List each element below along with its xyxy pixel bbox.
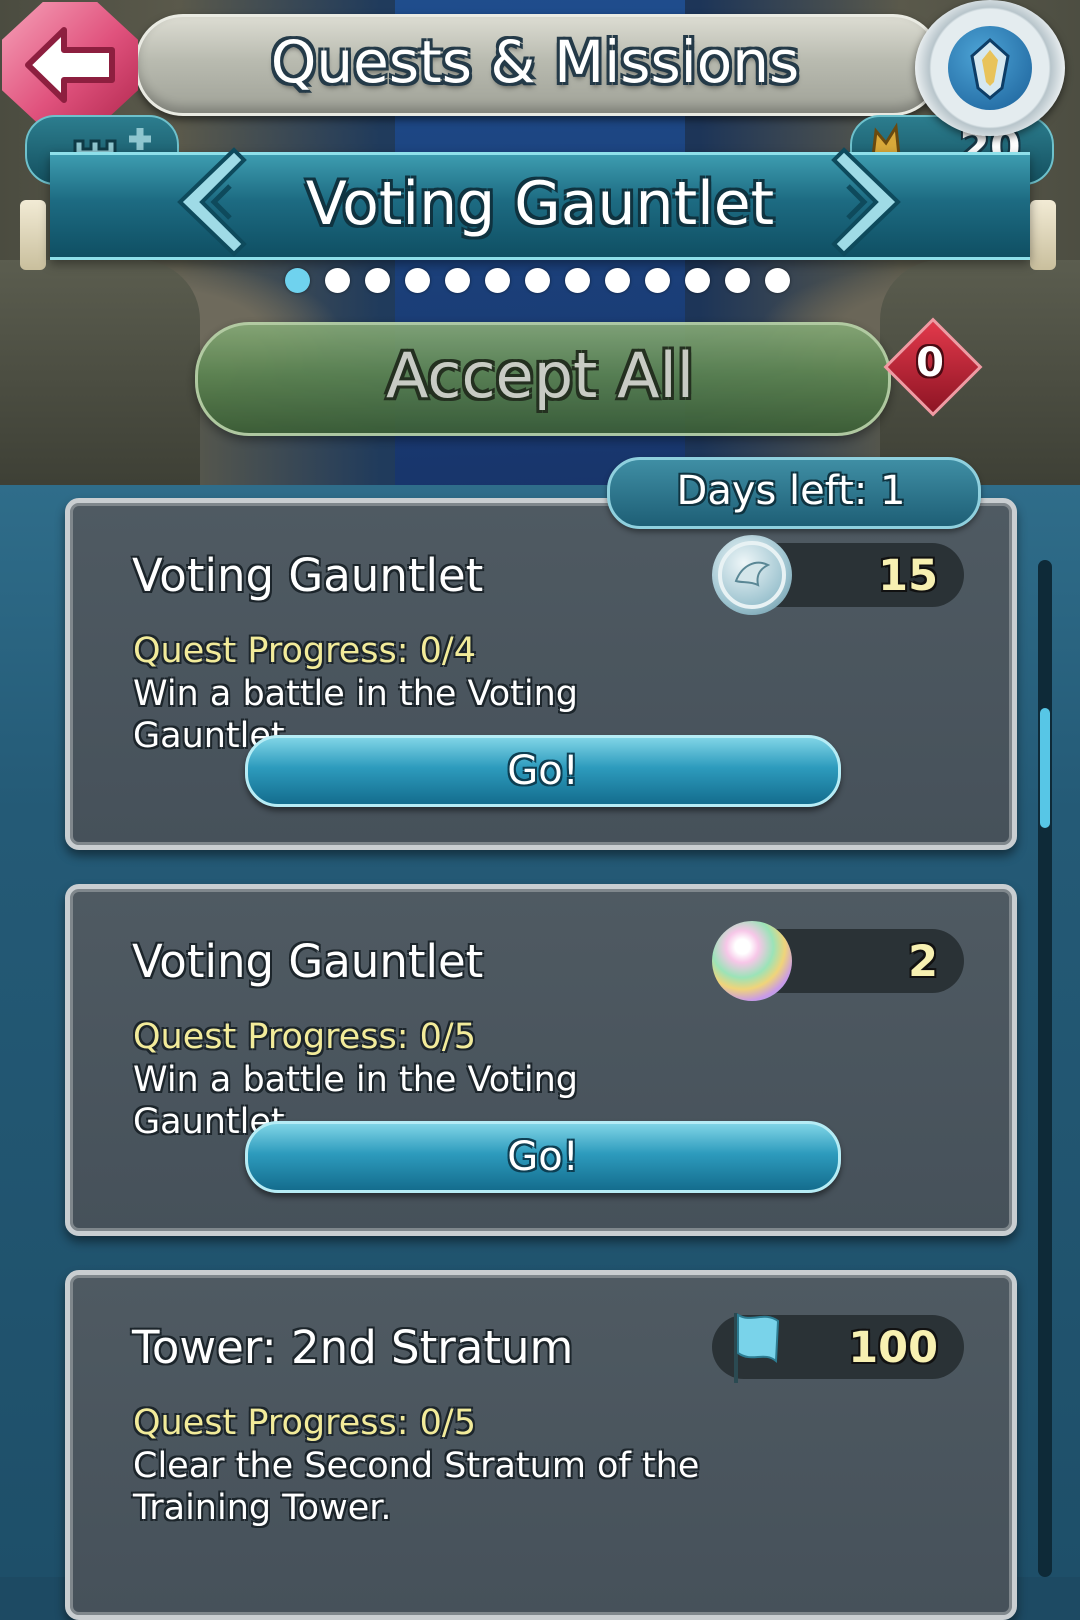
reward-value: 100: [848, 1323, 938, 1373]
page-dot[interactable]: [405, 268, 430, 293]
flag-icon: [734, 1313, 780, 1383]
page-dot[interactable]: [485, 268, 510, 293]
page-dot[interactable]: [285, 268, 310, 293]
quest-card: Voting Gauntlet 2 Quest Progress: 0/5 Wi…: [65, 884, 1017, 1236]
page-dot[interactable]: [645, 268, 670, 293]
quest-card: Voting Gauntlet 15 Quest Progress: 0/4 W…: [65, 498, 1017, 850]
page-dot[interactable]: [685, 268, 710, 293]
page-dot[interactable]: [605, 268, 630, 293]
page-dot[interactable]: [325, 268, 350, 293]
page-title: Quests & Missions: [270, 28, 800, 96]
candle-right: [1030, 200, 1056, 270]
back-arrow-icon: [25, 27, 115, 103]
quest-description: Clear the Second Stratum of the Training…: [133, 1446, 700, 1528]
accept-all-label: Accept All: [386, 339, 694, 412]
reward-display: 2: [712, 921, 964, 1001]
page-dot[interactable]: [765, 268, 790, 293]
quest-progress: Quest Progress: 0/4: [133, 631, 476, 671]
reward-value: 2: [908, 937, 938, 987]
reward-display: 15: [712, 535, 964, 615]
feather-coin-icon: [712, 535, 792, 615]
my-nintendo-button[interactable]: [915, 0, 1065, 136]
quest-title: Voting Gauntlet: [132, 549, 484, 602]
go-button-label: Go!: [507, 748, 579, 794]
quest-progress: Quest Progress: 0/5: [133, 1017, 476, 1057]
days-left-label: Days left: 1: [676, 468, 906, 514]
page-dot[interactable]: [565, 268, 590, 293]
candle-left: [20, 200, 46, 270]
page-dot[interactable]: [365, 268, 390, 293]
page-dot[interactable]: [525, 268, 550, 293]
back-button[interactable]: [2, 2, 138, 128]
quest-progress: Quest Progress: 0/5: [133, 1403, 476, 1443]
quest-title: Tower: 2nd Stratum: [132, 1321, 574, 1374]
go-button-label: Go!: [507, 1134, 579, 1180]
stone-wall-left: [0, 260, 200, 500]
page-dot[interactable]: [725, 268, 750, 293]
category-title: Voting Gauntlet: [305, 169, 775, 239]
accept-count-value: 0: [916, 340, 944, 386]
orb-icon: [712, 921, 792, 1001]
quest-title: Voting Gauntlet: [132, 935, 484, 988]
quest-card: Tower: 2nd Stratum 100 Quest Progress: 0…: [65, 1270, 1017, 1620]
reward-value: 15: [878, 551, 938, 601]
reward-display: 100: [712, 1313, 964, 1383]
scrollbar-thumb[interactable]: [1040, 708, 1050, 828]
page-indicator: [285, 268, 790, 294]
page-dot[interactable]: [445, 268, 470, 293]
my-nintendo-badge-icon: [948, 26, 1032, 110]
